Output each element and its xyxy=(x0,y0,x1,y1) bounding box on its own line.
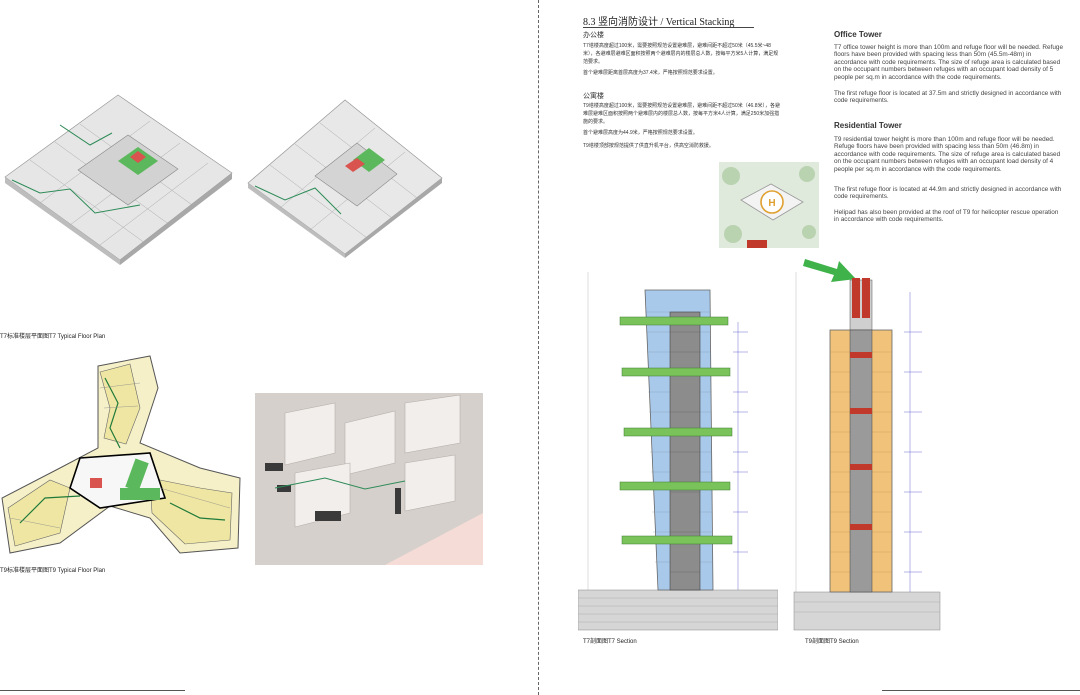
left-footer-rule xyxy=(0,690,185,691)
t9-floor-plan xyxy=(0,348,245,563)
t7-axonometric-view-2 xyxy=(247,99,443,258)
t9-plan-caption: T9标准楼层平面图T9 Typical Floor Plan xyxy=(0,568,106,574)
t7-section-drawing xyxy=(578,272,778,631)
t7-axonometric-view-1 xyxy=(4,94,233,265)
residential-en-paragraph-2: The first refuge floor is located at 44.… xyxy=(834,186,1062,201)
page-divider xyxy=(538,0,539,695)
office-en-heading: Office Tower xyxy=(834,30,882,39)
t7-refuge-floor-2 xyxy=(621,367,731,377)
office-zh-heading: 办公楼 xyxy=(583,32,604,39)
t7-refuge-floor-3 xyxy=(623,427,733,437)
t7-plan-caption: T7标准楼层平面图T7 Typical Floor Plan xyxy=(0,334,106,340)
t7-refuge-floor-1 xyxy=(619,316,729,326)
office-zh-paragraph-2: 首个避难层距离首层高度为37.4米，严格按照规范要求设置。 xyxy=(583,70,718,76)
t9-refuge-floor-1 xyxy=(850,352,872,358)
t9-section-drawing xyxy=(793,272,941,631)
residential-en-paragraph-3: Helipad has also been provided at the ro… xyxy=(834,209,1059,224)
t9-section-caption: T9剖面图T9 Section xyxy=(805,639,859,645)
t9-interior-render xyxy=(255,393,483,565)
section-title: 8.3 竖向消防设计 / Vertical Stacking xyxy=(583,17,735,28)
residential-zh-heading: 公寓楼 xyxy=(583,93,604,100)
helipad-roof-plan: H xyxy=(719,162,819,248)
residential-zh-paragraph-1: T9塔楼高度超过100米，需要按照规范设置避难层，避难间距不超过50米（46.8… xyxy=(583,103,780,125)
t9-refuge-floor-4 xyxy=(850,524,872,530)
residential-en-paragraph-1: T9 residential tower height is more than… xyxy=(834,136,1061,173)
t7-section-caption: T7剖面图T7 Section xyxy=(583,639,637,645)
residential-en-heading: Residential Tower xyxy=(834,121,902,130)
office-zh-paragraph-1: T7塔楼高度超过100米，需要按照规范设置避难层，避难间距不超过50米（45.5… xyxy=(583,43,779,65)
t9-refuge-floor-2 xyxy=(850,408,872,414)
residential-zh-paragraph-3: T9塔楼顶部按规范提供了供直升机平台，供高空消防救援。 xyxy=(583,143,714,149)
helipad-letter: H xyxy=(768,198,775,209)
t7-refuge-floor-4 xyxy=(619,481,731,491)
t7-refuge-floor-5 xyxy=(621,535,733,545)
t9-refuge-floor-3 xyxy=(850,464,872,470)
right-footer-rule xyxy=(882,690,1080,691)
residential-zh-paragraph-2: 首个避难层高度为44.9米，严格按照规范要求设置。 xyxy=(583,130,698,136)
office-en-paragraph-2: The first refuge floor is located at 37.… xyxy=(834,90,1062,105)
section-title-rule xyxy=(583,27,754,28)
office-en-paragraph-1: T7 office tower height is more than 100m… xyxy=(834,44,1064,81)
